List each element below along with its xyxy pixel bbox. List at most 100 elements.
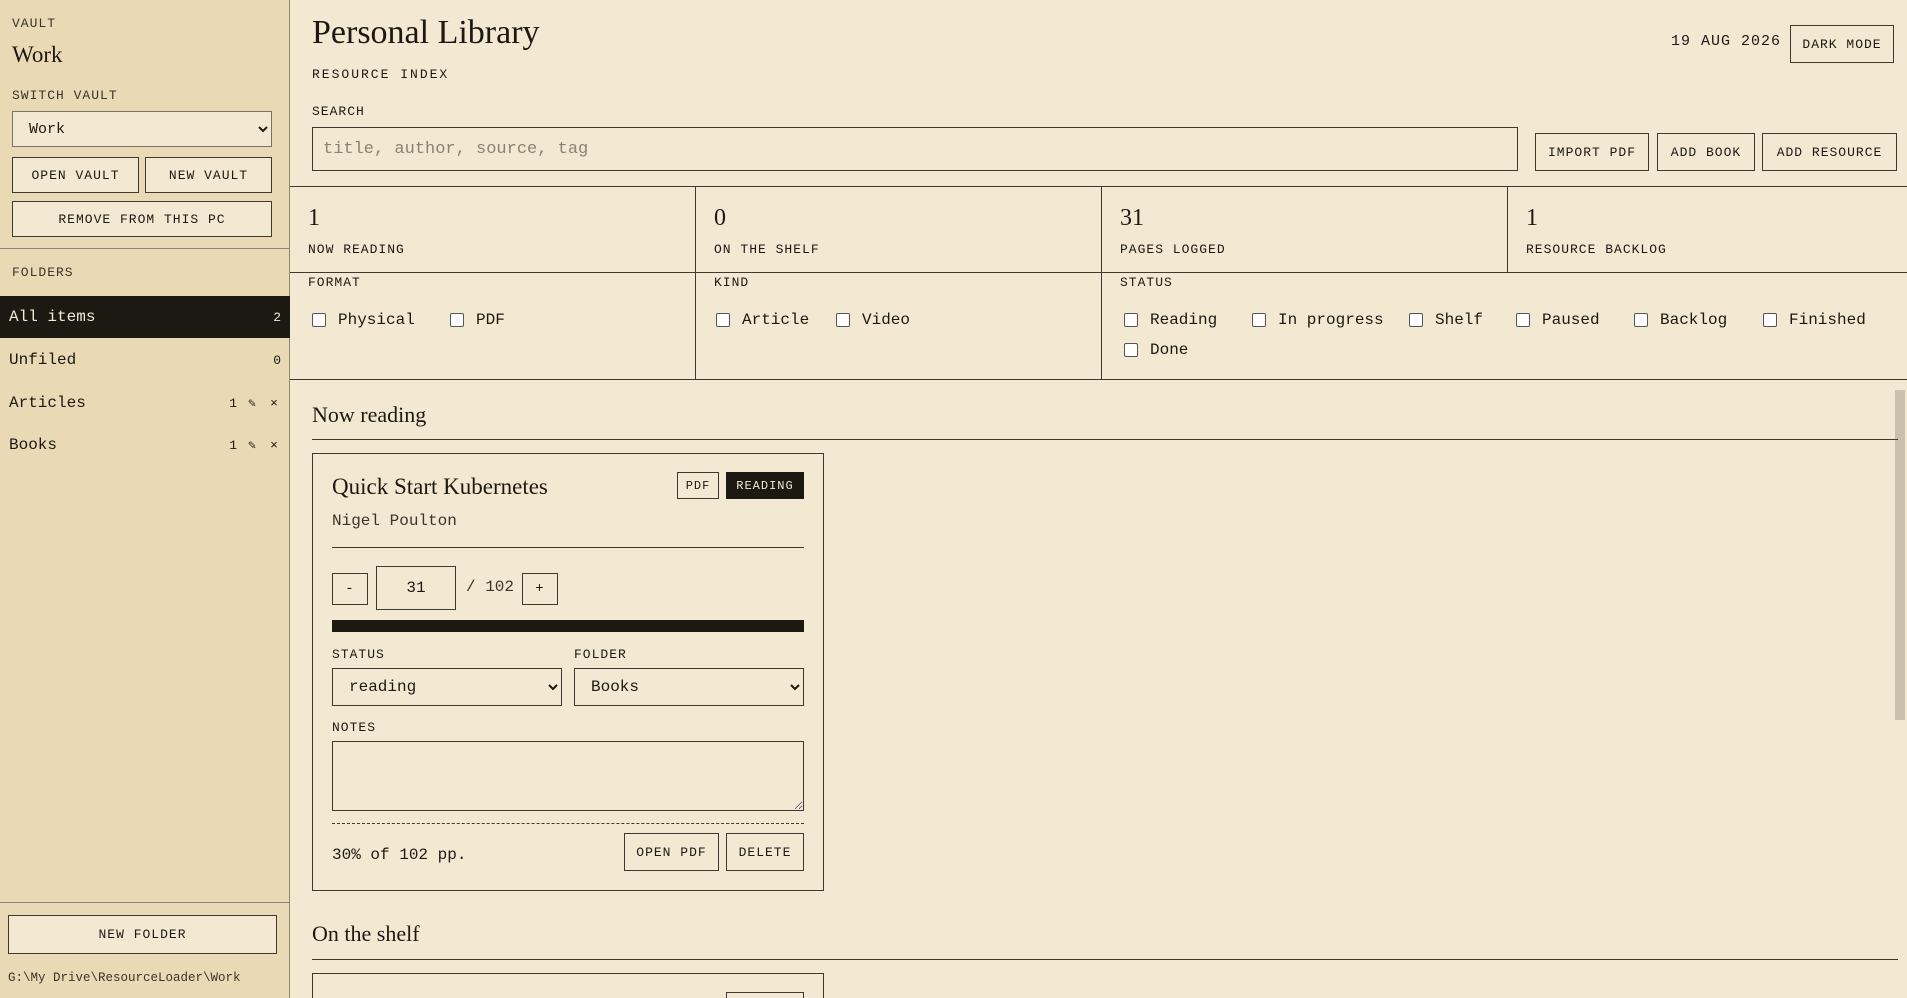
stat-resource-backlog: 1 Resource backlog bbox=[1508, 187, 1907, 273]
folder-name: All items bbox=[9, 308, 96, 326]
filter-checkbox-pdf[interactable]: PDF bbox=[450, 311, 505, 329]
import-pdf-button[interactable]: Import PDF bbox=[1535, 133, 1649, 171]
close-icon[interactable]: × bbox=[267, 438, 281, 453]
checkbox-label: Shelf bbox=[1435, 311, 1484, 329]
status-field-label: Status bbox=[332, 647, 385, 662]
search-label: Search bbox=[312, 104, 365, 119]
checkbox-box[interactable] bbox=[312, 313, 326, 327]
filter-checkbox-paused[interactable]: Paused bbox=[1516, 311, 1600, 329]
checkbox-box[interactable] bbox=[1124, 313, 1138, 327]
open-vault-button[interactable]: Open vault bbox=[12, 157, 139, 193]
total-pages: / 102 bbox=[466, 578, 515, 596]
checkbox-box[interactable] bbox=[1516, 313, 1530, 327]
folder-count: 1 bbox=[229, 437, 237, 453]
vault-select[interactable]: Work bbox=[12, 111, 272, 147]
date-text: 19 AUG 2026 bbox=[1671, 33, 1782, 50]
current-page-input[interactable] bbox=[376, 566, 456, 610]
filter-checkbox-article[interactable]: Article bbox=[716, 311, 809, 329]
filter-checkbox-backlog[interactable]: Backlog bbox=[1634, 311, 1727, 329]
add-resource-button[interactable]: Add resource bbox=[1762, 133, 1897, 171]
folder-name: Articles bbox=[9, 394, 86, 412]
progress-bar-fill bbox=[332, 620, 804, 632]
filter-checkbox-video[interactable]: Video bbox=[836, 311, 910, 329]
add-book-button[interactable]: Add book bbox=[1657, 133, 1755, 171]
new-vault-button[interactable]: New vault bbox=[145, 157, 272, 193]
filter-label: Format bbox=[308, 275, 361, 290]
folder-name: Unfiled bbox=[9, 351, 77, 369]
filter-checkbox-reading[interactable]: Reading bbox=[1124, 311, 1217, 329]
badge bbox=[726, 992, 804, 998]
filter-checkbox-finished[interactable]: Finished bbox=[1763, 311, 1866, 329]
dark-mode-button[interactable]: Dark mode bbox=[1790, 25, 1894, 63]
page-decrement-button[interactable]: - bbox=[332, 573, 368, 605]
resource-card bbox=[312, 973, 824, 998]
stat-now-reading: 1 Now reading bbox=[290, 187, 696, 273]
close-icon[interactable]: × bbox=[267, 396, 281, 411]
folder-select[interactable]: Books bbox=[574, 668, 804, 706]
filter-label: Kind bbox=[714, 275, 750, 290]
section-heading-on-the-shelf: On the shelf bbox=[312, 921, 420, 946]
filter-checkbox-done[interactable]: Done bbox=[1124, 341, 1188, 359]
folder-item-articles[interactable]: Articles 1 ✎ × bbox=[0, 382, 290, 424]
folder-name: Books bbox=[9, 436, 58, 454]
folder-item-books[interactable]: Books 1 ✎ × bbox=[0, 424, 290, 466]
checkbox-label: Done bbox=[1150, 341, 1189, 359]
section-heading-now-reading: Now reading bbox=[312, 402, 427, 427]
checkbox-label: Physical bbox=[338, 311, 415, 329]
delete-button[interactable]: Delete bbox=[726, 833, 804, 871]
filter-checkbox-shelf[interactable]: Shelf bbox=[1409, 311, 1483, 329]
format-badge: PDF bbox=[677, 472, 719, 499]
search-input[interactable] bbox=[312, 127, 1518, 171]
checkbox-box[interactable] bbox=[716, 313, 730, 327]
main-panel: Personal Library Resource index 19 AUG 2… bbox=[290, 0, 1907, 998]
stat-value: 1 bbox=[1526, 205, 1538, 231]
checkbox-box[interactable] bbox=[1409, 313, 1423, 327]
filter-status: Status Reading In progress Shelf Paused … bbox=[1102, 273, 1907, 379]
stat-label: Pages logged bbox=[1120, 242, 1226, 257]
checkbox-label: Backlog bbox=[1660, 311, 1728, 329]
progress-text: 30% of 102 pp. bbox=[332, 846, 467, 864]
stat-label: Now reading bbox=[308, 242, 405, 257]
card-title: Quick Start Kubernetes bbox=[332, 474, 548, 499]
folder-item-unfiled[interactable]: Unfiled 0 bbox=[0, 339, 290, 381]
filter-checkbox-in-progress[interactable]: In progress bbox=[1252, 311, 1384, 329]
stat-label: On the shelf bbox=[714, 242, 820, 257]
filter-format: Format Physical PDF bbox=[290, 273, 696, 379]
stat-value: 31 bbox=[1120, 205, 1144, 231]
resource-card: Quick Start Kubernetes Nigel Poulton PDF… bbox=[312, 453, 824, 891]
sidebar-divider bbox=[0, 902, 290, 903]
card-author: Nigel Poulton bbox=[332, 512, 457, 530]
folder-count: 2 bbox=[273, 309, 281, 325]
folder-field-label: Folder bbox=[574, 647, 627, 662]
remove-from-pc-button[interactable]: Remove from this PC bbox=[12, 201, 272, 237]
sidebar: Vault Work Switch vault Work Open vault … bbox=[0, 0, 290, 998]
page-title: Personal Library bbox=[312, 14, 540, 51]
filter-kind: Kind Article Video bbox=[696, 273, 1102, 379]
folder-item-all-items[interactable]: All items 2 bbox=[0, 296, 290, 338]
notes-textarea[interactable] bbox=[332, 741, 804, 811]
status-select[interactable]: reading bbox=[332, 668, 562, 706]
checkbox-box[interactable] bbox=[1124, 343, 1138, 357]
notes-field-label: Notes bbox=[332, 720, 377, 735]
checkbox-label: Reading bbox=[1150, 311, 1218, 329]
status-badge: Reading bbox=[726, 472, 804, 499]
section-divider bbox=[312, 959, 1898, 960]
card-divider bbox=[332, 547, 804, 548]
checkbox-box[interactable] bbox=[450, 313, 464, 327]
checkbox-box[interactable] bbox=[836, 313, 850, 327]
pencil-icon[interactable]: ✎ bbox=[237, 438, 267, 453]
pencil-icon[interactable]: ✎ bbox=[237, 396, 267, 411]
page-increment-button[interactable]: + bbox=[522, 573, 558, 605]
checkbox-box[interactable] bbox=[1763, 313, 1777, 327]
folder-count: 1 bbox=[229, 395, 237, 411]
section-divider bbox=[312, 439, 1898, 440]
new-folder-button[interactable]: New folder bbox=[8, 915, 277, 954]
open-pdf-button[interactable]: Open PDF bbox=[624, 833, 719, 871]
filters-bar: Format Physical PDF Kind Article Video S… bbox=[290, 273, 1907, 380]
checkbox-label: Video bbox=[862, 311, 911, 329]
checkbox-box[interactable] bbox=[1634, 313, 1648, 327]
filter-checkbox-physical[interactable]: Physical bbox=[312, 311, 415, 329]
checkbox-box[interactable] bbox=[1252, 313, 1266, 327]
folders-label: Folders bbox=[12, 265, 74, 280]
vault-label: Vault bbox=[12, 16, 57, 31]
